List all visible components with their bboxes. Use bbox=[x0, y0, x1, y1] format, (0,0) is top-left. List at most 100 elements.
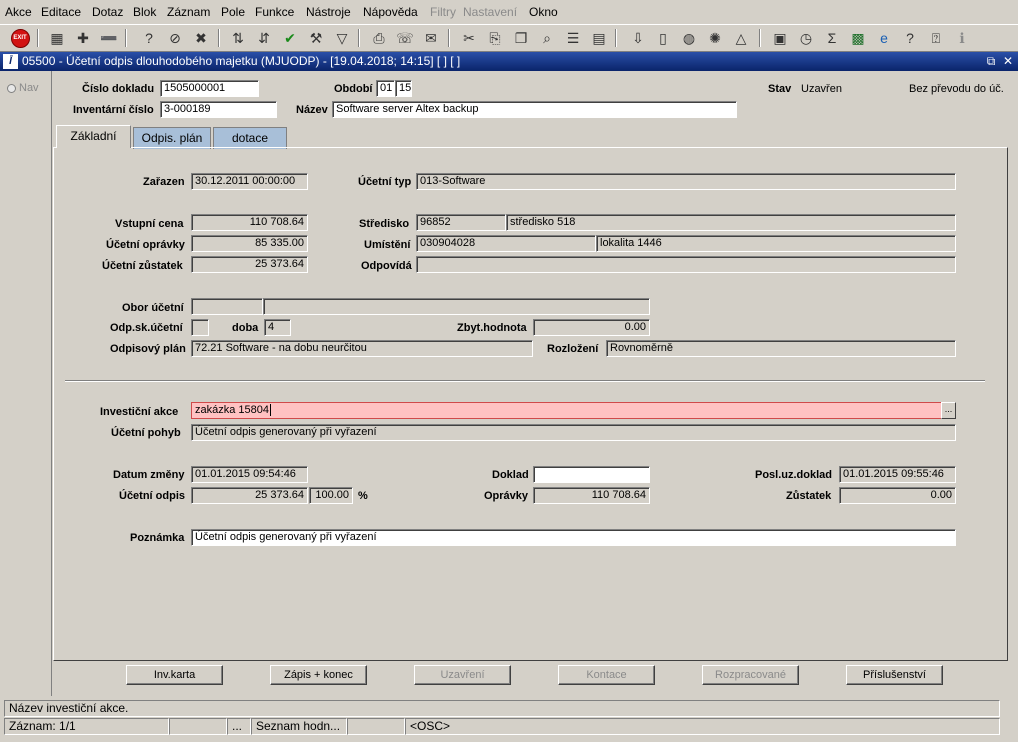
help-context-icon[interactable]: ⍰ bbox=[925, 28, 947, 48]
ucetni-pohyb-field: Účetní odpis generovaný při vyřazení bbox=[191, 424, 956, 441]
sort-asc-icon[interactable]: ⇅ bbox=[227, 28, 249, 48]
wrench-icon[interactable]: ⚒ bbox=[305, 28, 327, 48]
menu-nastaveni: Nastavení bbox=[463, 5, 518, 19]
menu-napoveda[interactable]: Nápověda bbox=[363, 5, 418, 19]
status-message: Název investiční akce. bbox=[4, 700, 1000, 717]
umisteni-kod-field: 030904028 bbox=[416, 235, 596, 252]
status-seg3: ... bbox=[227, 718, 251, 735]
nav-panel: Nav bbox=[1, 71, 52, 696]
tab-zakladni[interactable]: Základní bbox=[56, 125, 131, 148]
zbyt-field: 0.00 bbox=[533, 319, 650, 336]
menu-editace[interactable]: Editace bbox=[41, 5, 81, 19]
odp-sk-field bbox=[191, 319, 209, 336]
clock-icon[interactable]: ◷ bbox=[795, 28, 817, 48]
document-icon[interactable]: ▯ bbox=[652, 28, 674, 48]
odp-sk-label: Odp.sk.účetní bbox=[110, 322, 183, 334]
ucetni-zustatek-field: 25 373.64 bbox=[191, 256, 308, 273]
zapis-konec-button[interactable]: Zápis + konec bbox=[270, 665, 367, 685]
status-mode: <OSC> bbox=[405, 718, 1000, 735]
delete-record-icon[interactable]: ✖ bbox=[190, 28, 212, 48]
cislo-dokladu-field[interactable]: 1505000001 bbox=[160, 80, 259, 97]
doklad-field[interactable] bbox=[533, 466, 650, 483]
sort-desc-icon[interactable]: ⇵ bbox=[253, 28, 275, 48]
odpisovy-plan-field: 72.21 Software - na dobu neurčitou bbox=[191, 340, 533, 357]
obdobi-year-field[interactable]: 15 bbox=[395, 80, 412, 97]
menu-filtry: Filtry bbox=[430, 5, 456, 19]
invest-akce-label: Investiční akce bbox=[100, 406, 179, 418]
section-divider bbox=[65, 380, 985, 382]
obdobi-month-field[interactable]: 01 bbox=[376, 80, 395, 97]
add-record-icon[interactable]: ▦ bbox=[46, 28, 68, 48]
excel-icon[interactable]: ▩ bbox=[847, 28, 869, 48]
tab-odpis-plan[interactable]: Odpis. plán bbox=[133, 127, 211, 149]
print-icon[interactable]: ⎙ bbox=[368, 28, 390, 48]
explorer-icon[interactable]: e bbox=[873, 28, 895, 48]
zoom-icon[interactable]: ⌕ bbox=[536, 28, 558, 48]
fax-icon[interactable]: ☏ bbox=[394, 28, 416, 48]
inv-karta-button[interactable]: Inv.karta bbox=[126, 665, 223, 685]
kontace-button: Kontace bbox=[558, 665, 655, 685]
zustatek-field: 0.00 bbox=[839, 487, 956, 504]
query-icon[interactable]: ? bbox=[138, 28, 160, 48]
nazev-field[interactable]: Software server Altex backup bbox=[332, 101, 737, 118]
odpovida-label: Odpovídá bbox=[361, 260, 412, 272]
vstupni-cena-field: 110 708.64 bbox=[191, 214, 308, 231]
exit-button[interactable]: EXIT bbox=[9, 28, 31, 48]
status-record: Záznam: 1/1 bbox=[4, 718, 169, 735]
umisteni-nazev-field: lokalita 1446 bbox=[596, 235, 956, 252]
nazev-label: Název bbox=[296, 104, 328, 116]
cislo-dokladu-label: Číslo dokladu bbox=[82, 83, 155, 95]
menu-akce[interactable]: Akce bbox=[5, 5, 32, 19]
menu-blok[interactable]: Blok bbox=[133, 5, 156, 19]
rozpracovane-button: Rozpracované bbox=[702, 665, 799, 685]
menu-dotaz[interactable]: Dotaz bbox=[92, 5, 123, 19]
menu-nastroje[interactable]: Nástroje bbox=[306, 5, 351, 19]
commit-check-icon[interactable]: ✔ bbox=[279, 28, 301, 48]
menu-bar: Akce Editace Dotaz Blok Záznam Pole Funk… bbox=[0, 0, 1018, 24]
menu-okno[interactable]: Okno bbox=[529, 5, 558, 19]
window-titlebar: Ī 05500 - Účetní odpis dlouhodobého maje… bbox=[0, 52, 1018, 71]
help-question-icon[interactable]: ? bbox=[899, 28, 921, 48]
sum-icon[interactable]: Σ bbox=[821, 28, 843, 48]
menu-zaznam[interactable]: Záznam bbox=[167, 5, 210, 19]
grid-icon[interactable]: ▤ bbox=[588, 28, 610, 48]
new-record-icon[interactable]: ✚ bbox=[72, 28, 94, 48]
import-icon[interactable]: ⇩ bbox=[627, 28, 649, 48]
vstupni-cena-label: Vstupní cena bbox=[115, 218, 184, 230]
copy-icon[interactable]: ❐ bbox=[510, 28, 532, 48]
ucetni-opravky-label: Účetní oprávky bbox=[106, 239, 185, 251]
menu-funkce[interactable]: Funkce bbox=[255, 5, 294, 19]
close-window-icon[interactable]: ✕ bbox=[1001, 54, 1015, 68]
ucetni-odpis-pct-field: 100.00 bbox=[309, 487, 353, 504]
obor-label: Obor účetní bbox=[122, 302, 184, 314]
query-cancel-icon[interactable]: ⊘ bbox=[164, 28, 186, 48]
prislusenstvi-button[interactable]: Příslušenství bbox=[846, 665, 943, 685]
chart-icon[interactable]: △ bbox=[730, 28, 752, 48]
network-icon[interactable]: ✺ bbox=[704, 28, 726, 48]
inv-cislo-field[interactable]: 3-000189 bbox=[160, 101, 277, 118]
list-icon[interactable]: ☰ bbox=[562, 28, 584, 48]
doba-label: doba bbox=[232, 322, 259, 334]
mail-icon[interactable]: ✉ bbox=[420, 28, 442, 48]
restore-window-icon[interactable]: ⧉ bbox=[984, 54, 998, 68]
nav-radio[interactable] bbox=[7, 84, 16, 93]
globe-icon[interactable]: ◍ bbox=[678, 28, 700, 48]
pct-sign: % bbox=[358, 490, 368, 502]
filter-icon[interactable]: ▽ bbox=[331, 28, 353, 48]
cut-icon[interactable]: ✂ bbox=[458, 28, 480, 48]
menu-pole[interactable]: Pole bbox=[221, 5, 245, 19]
status-seg5 bbox=[347, 718, 405, 735]
stav-label: Stav bbox=[768, 83, 792, 95]
poznamka-field[interactable]: Účetní odpis generovaný při vyřazení bbox=[191, 529, 956, 546]
opravky-field: 110 708.64 bbox=[533, 487, 650, 504]
window-title: 05500 - Účetní odpis dlouhodobého majetk… bbox=[22, 54, 461, 68]
status-lov: Seznam hodn... bbox=[251, 718, 347, 735]
form-icon[interactable]: ▣ bbox=[769, 28, 791, 48]
lov-button[interactable]: ... bbox=[941, 402, 956, 419]
invest-akce-field[interactable]: zakázka 15804 bbox=[191, 402, 942, 419]
remove-record-icon[interactable]: ➖ bbox=[98, 28, 120, 48]
paste-icon[interactable]: ⎘ bbox=[484, 28, 506, 48]
uzavreni-button: Uzavření bbox=[414, 665, 511, 685]
odpisovy-plan-label: Odpisový plán bbox=[110, 343, 186, 355]
tab-dotace[interactable]: dotace bbox=[213, 127, 287, 149]
